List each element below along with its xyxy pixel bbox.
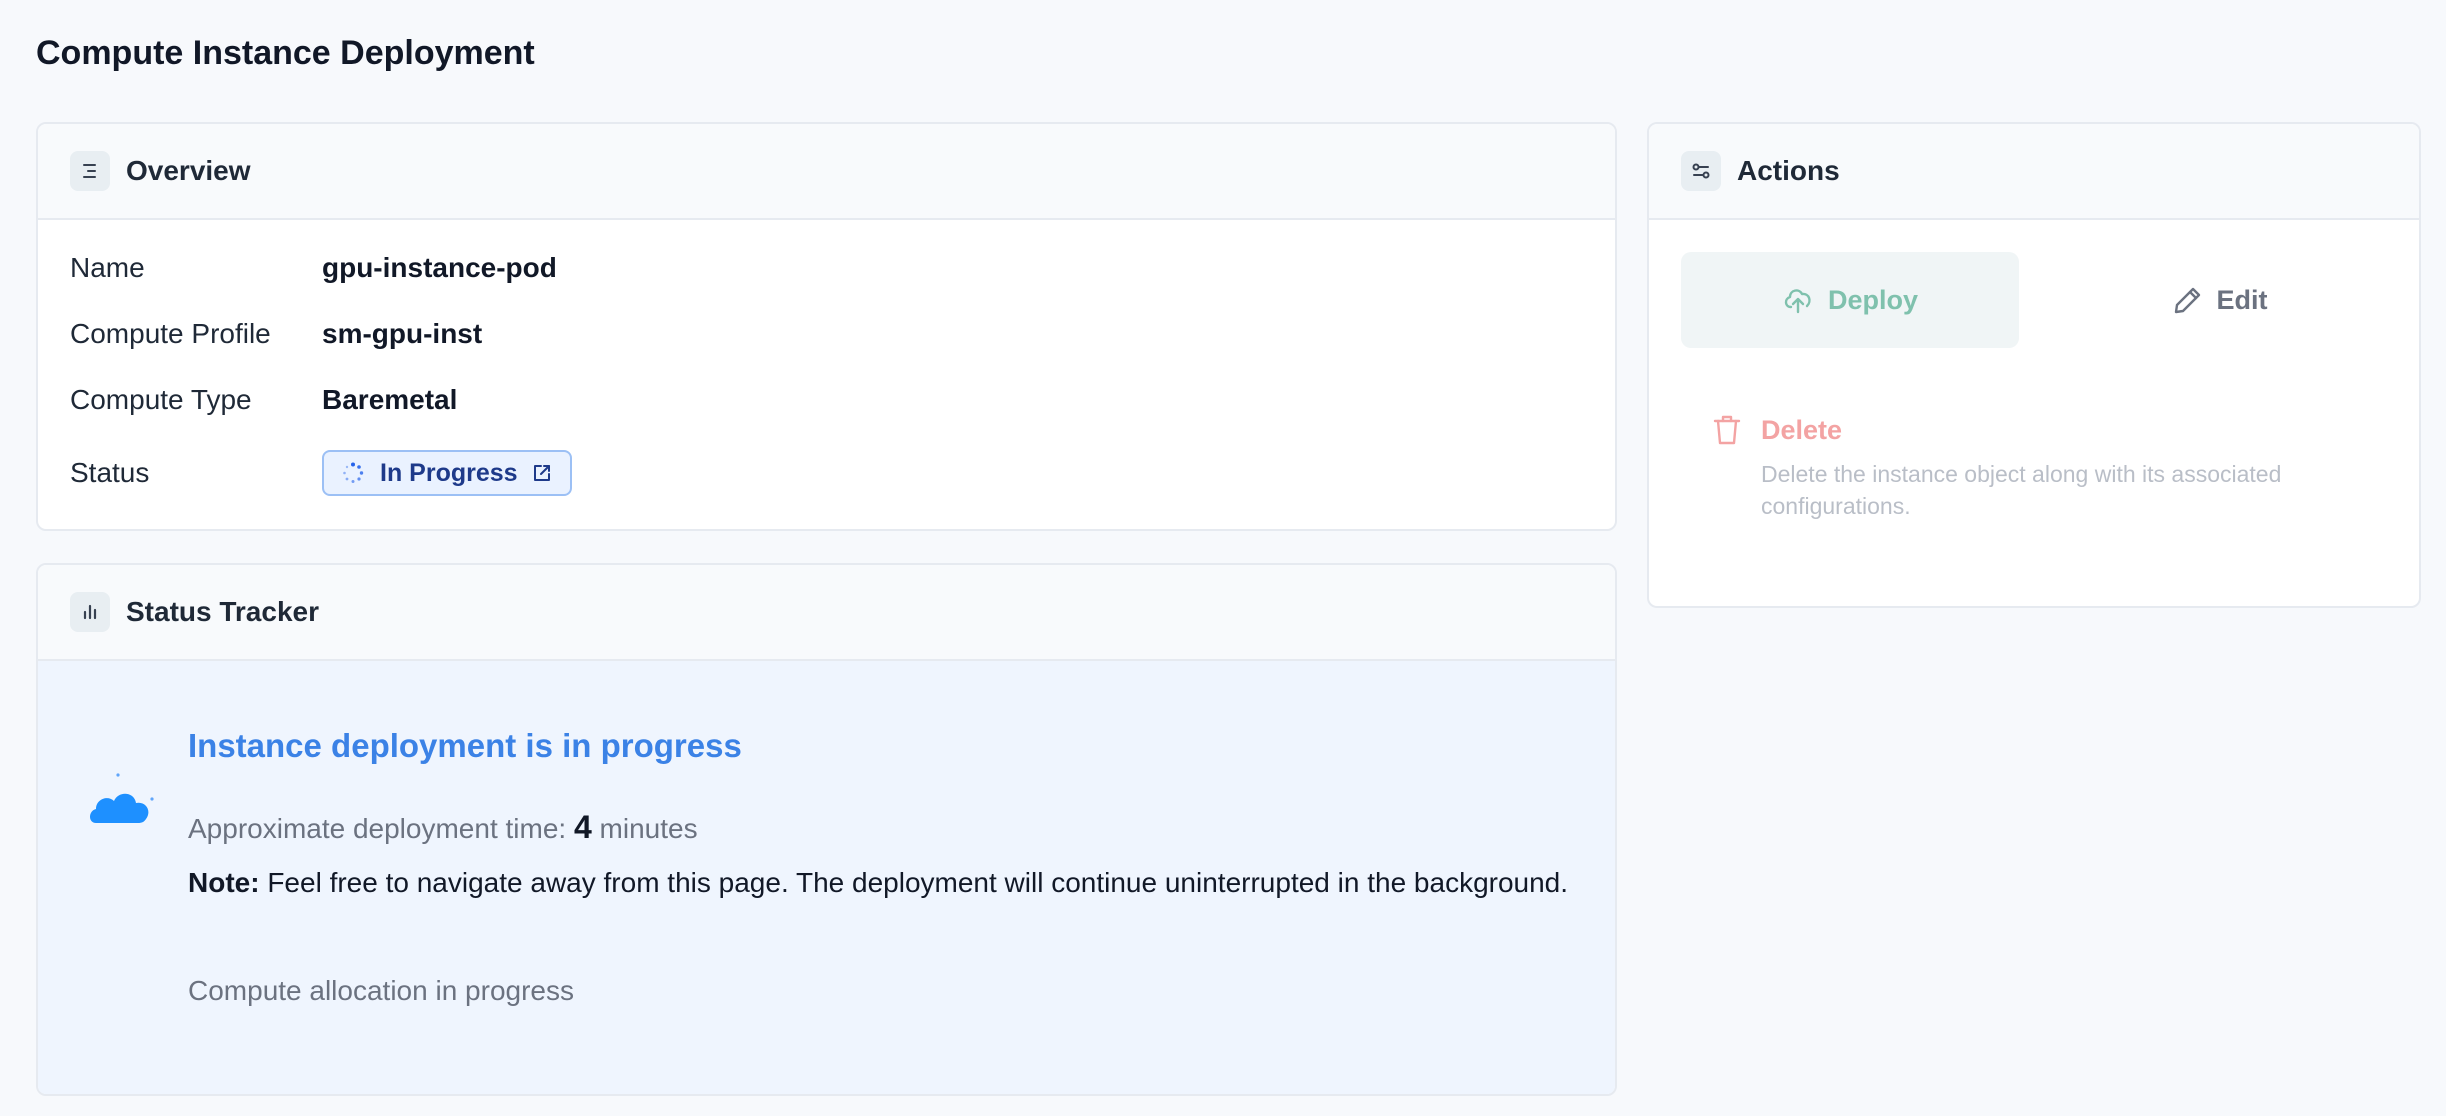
bar-chart-icon [70, 592, 110, 632]
overview-row-name: Name gpu-instance-pod [70, 252, 557, 284]
actions-title: Actions [1737, 155, 1840, 186]
overview-row-profile: Compute Profile sm-gpu-inst [70, 318, 482, 350]
overview-row-type: Compute Type Baremetal [70, 384, 457, 416]
status-badge[interactable]: In Progress [322, 450, 572, 496]
actions-header: Actions [1649, 124, 2419, 220]
delete-action[interactable]: Delete Delete the instance object along … [1713, 414, 2373, 522]
deploy-button-label: Deploy [1827, 284, 1919, 315]
allocation-status: Compute allocation in progress [188, 975, 574, 1006]
note-text: Feel free to navigate away from this pag… [267, 867, 1569, 898]
approx-time-unit: minutes [599, 813, 698, 844]
delete-description: Delete the instance object along with it… [1761, 461, 2282, 519]
approx-time-label: Approximate deployment time: [188, 813, 567, 844]
sliders-icon [1681, 151, 1721, 191]
overview-title: Overview [126, 155, 251, 186]
overview-card: Overview Name gpu-instance-pod Compute P… [36, 122, 1617, 531]
compute-profile-value: sm-gpu-inst [322, 318, 483, 349]
status-badge-label: In Progress [380, 458, 518, 487]
compute-profile-label: Compute Profile [70, 318, 271, 349]
spinner-icon [342, 462, 364, 484]
compute-type-label: Compute Type [70, 384, 252, 415]
name-label: Name [70, 252, 145, 283]
delete-button-label: Delete [1761, 414, 1843, 445]
deploy-button[interactable]: Deploy [1681, 252, 2019, 348]
page-title: Compute Instance Deployment [36, 34, 535, 72]
status-tracker-title: Status Tracker [126, 596, 319, 627]
actions-card: Actions Deploy Edit Delete Delete the in… [1647, 122, 2421, 608]
deployment-heading: Instance deployment is in progress [188, 727, 742, 764]
edit-button-label: Edit [2216, 284, 2268, 315]
approx-time: Approximate deployment time: 4 minutes [188, 809, 698, 846]
pencil-icon [2173, 285, 2203, 315]
approx-time-value: 4 [573, 809, 592, 845]
note-label: Note: [188, 867, 260, 898]
list-icon [70, 151, 110, 191]
overview-header: Overview [38, 124, 1615, 220]
cloud-icon [86, 771, 158, 836]
status-tracker-body: Instance deployment is in progress Appro… [38, 661, 1615, 1094]
external-link-icon[interactable] [532, 463, 552, 483]
status-tracker-header: Status Tracker [38, 565, 1615, 661]
delete-button[interactable]: Delete [1713, 414, 2373, 446]
edit-button[interactable]: Edit [2051, 252, 2389, 348]
overview-row-status: Status In Progress [70, 450, 572, 496]
cloud-upload-icon [1782, 285, 1814, 315]
deployment-note: Note: Feel free to navigate away from th… [188, 867, 1568, 899]
name-value: gpu-instance-pod [322, 252, 557, 283]
status-tracker-card: Status Tracker Instance deployment is in… [36, 563, 1617, 1096]
trash-icon [1713, 414, 1741, 446]
compute-type-value: Baremetal [322, 384, 458, 415]
status-label: Status [70, 457, 150, 488]
